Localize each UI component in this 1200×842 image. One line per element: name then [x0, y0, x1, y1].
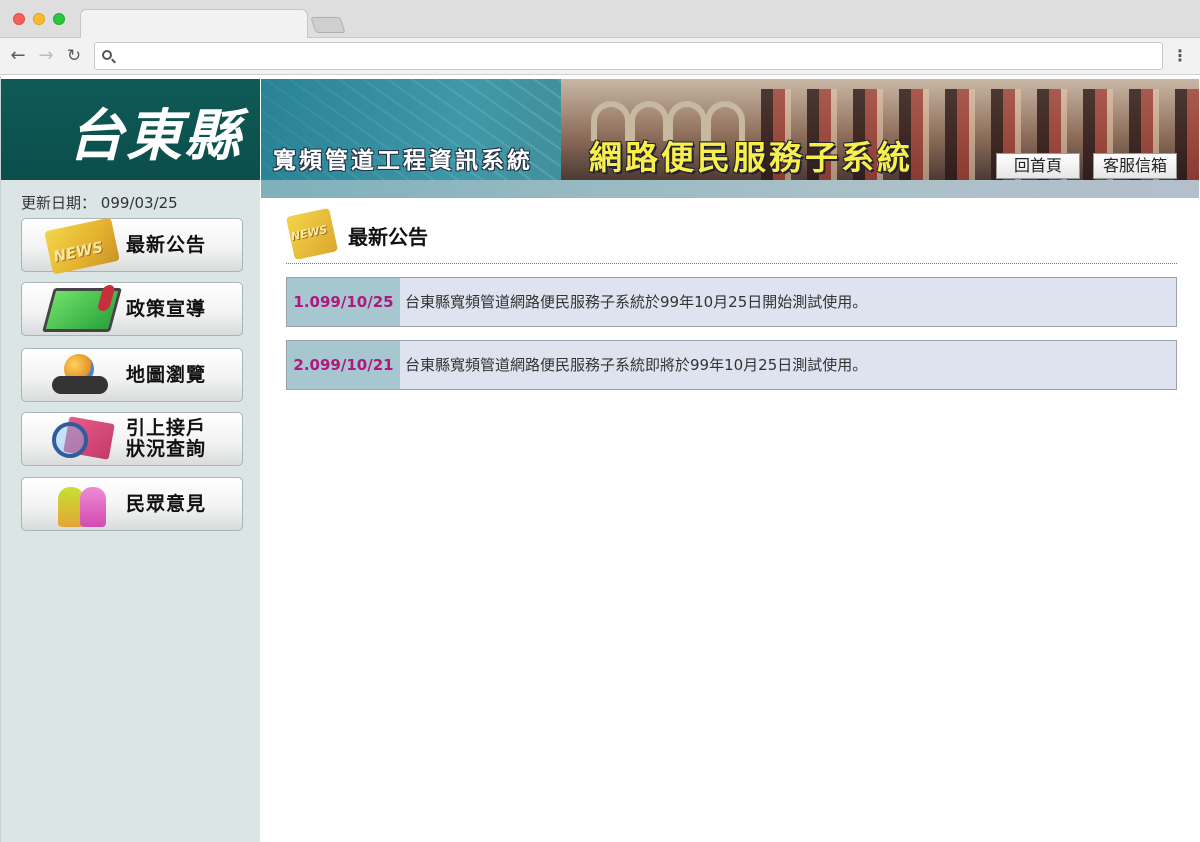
sidebar-item-label: 引上接戶 狀況查詢 [126, 417, 207, 460]
reload-icon[interactable]: ↻ [62, 44, 86, 68]
browser-tab[interactable] [80, 9, 308, 39]
sidebar-item-policy[interactable]: 政策宣導 [21, 282, 243, 336]
page-title: 最新公告 [348, 225, 428, 249]
notice-date: 1.099/10/25 [287, 278, 400, 326]
sidebar-item-map[interactable]: 地圖瀏覽 [21, 348, 243, 402]
news-icon [44, 217, 120, 275]
maximize-window-icon[interactable] [53, 13, 65, 25]
sidebar-item-label: 民眾意見 [126, 492, 207, 515]
sidebar-item-connection-query[interactable]: 引上接戶 狀況查詢 [21, 412, 243, 466]
notice-item[interactable]: 1.099/10/25 台東縣寬頻管道網路便民服務子系統於99年10月25日開始… [286, 277, 1177, 327]
notice-text[interactable]: 台東縣寬頻管道網路便民服務子系統即將於99年10月25日測試使用。 [405, 341, 867, 389]
county-logo: 台東縣 [1, 79, 260, 180]
update-date-value: 099/03/25 [100, 194, 178, 212]
minimize-window-icon[interactable] [33, 13, 45, 25]
search-icon [102, 50, 112, 60]
sidebar-item-news[interactable]: 最新公告 [21, 217, 243, 275]
home-button[interactable]: 回首頁 [996, 153, 1080, 179]
subsystem-title: 網路便民服務子系統 [589, 138, 913, 177]
microphone-monitor-icon [42, 288, 122, 332]
notice-date: 2.099/10/21 [287, 341, 400, 389]
update-date: 更新日期： 099/03/25 [21, 192, 178, 213]
sidebar-item-label: 政策宣導 [126, 297, 207, 320]
sidebar-item-label: 最新公告 [126, 233, 207, 256]
people-icon [48, 483, 116, 527]
back-arrow-icon[interactable]: ← [6, 44, 30, 68]
address-bar[interactable] [94, 42, 1163, 70]
browser-toolbar: ← → ↻ ⋮ [0, 38, 1200, 75]
browser-tab-bar [0, 0, 1200, 39]
menu-icon[interactable]: ⋮ [1170, 44, 1190, 68]
system-title: 寬頻管道工程資訊系統 [273, 148, 533, 174]
section-heading: 最新公告 [285, 204, 1177, 264]
notice-item[interactable]: 2.099/10/21 台東縣寬頻管道網路便民服務子系統即將於99年10月25日… [286, 340, 1177, 390]
new-tab-button[interactable] [310, 17, 346, 33]
close-window-icon[interactable] [13, 13, 25, 25]
main-content: 最新公告 1.099/10/25 台東縣寬頻管道網路便民服務子系統於99年10月… [285, 204, 1177, 390]
header-banner: 寬頻管道工程資訊系統 網路便民服務子系統 回首頁 客服信箱 [261, 79, 1199, 180]
forward-arrow-icon[interactable]: → [34, 44, 58, 68]
notice-text[interactable]: 台東縣寬頻管道網路便民服務子系統於99年10月25日開始測試使用。 [405, 278, 867, 326]
logo-text: 台東縣 [68, 103, 242, 169]
news-icon [285, 207, 339, 261]
update-date-label: 更新日期： [21, 194, 97, 212]
page: 台東縣 寬頻管道工程資訊系統 網路便民服務子系統 回首頁 客服信箱 更新日期： … [0, 76, 1200, 842]
globe-binoculars-icon [48, 354, 116, 398]
sidebar-item-opinion[interactable]: 民眾意見 [21, 477, 243, 531]
magnifier-icon [48, 418, 116, 462]
sidebar-item-label: 地圖瀏覽 [126, 363, 207, 386]
sidebar: 更新日期： 099/03/25 最新公告 政策宣導 地圖瀏覽 引上接戶 狀況查詢… [1, 180, 260, 842]
banner-strip [261, 180, 1199, 198]
service-mailbox-button[interactable]: 客服信箱 [1093, 153, 1177, 179]
